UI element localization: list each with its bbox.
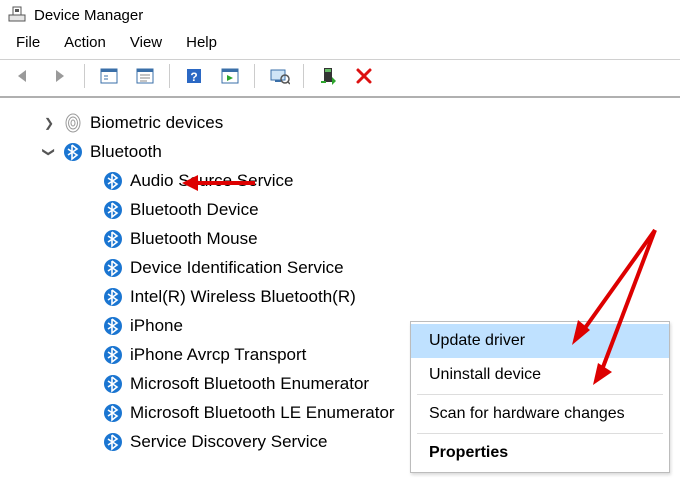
menubar: File Action View Help xyxy=(0,30,680,59)
add-device-button[interactable] xyxy=(312,62,344,90)
bluetooth-icon xyxy=(102,345,124,365)
menu-help[interactable]: Help xyxy=(186,34,217,51)
toolbar-divider xyxy=(169,64,170,88)
bluetooth-icon xyxy=(102,403,124,423)
tree-node-child[interactable]: Device Identification Service xyxy=(18,253,672,282)
tree-label: iPhone Avrcp Transport xyxy=(130,345,306,365)
delete-button[interactable] xyxy=(348,62,380,90)
bluetooth-icon xyxy=(102,200,124,220)
context-menu: Update driver Uninstall device Scan for … xyxy=(410,321,670,473)
properties-button[interactable] xyxy=(129,62,161,90)
tree-node-child[interactable]: Bluetooth Mouse xyxy=(18,224,672,253)
help-button[interactable]: ? xyxy=(178,62,210,90)
show-hide-tree-button[interactable] xyxy=(93,62,125,90)
tree-label: Biometric devices xyxy=(90,113,223,133)
svg-text:?: ? xyxy=(190,70,197,84)
tree-node-child[interactable]: Bluetooth Device xyxy=(18,195,672,224)
toolbar: ? xyxy=(0,59,680,98)
bluetooth-icon xyxy=(102,171,124,191)
tree-node-child[interactable]: Audio Source Service xyxy=(18,166,672,195)
menu-file[interactable]: File xyxy=(16,34,40,51)
bluetooth-icon xyxy=(102,258,124,278)
context-properties[interactable]: Properties xyxy=(411,436,669,470)
bluetooth-icon xyxy=(62,142,84,162)
collapse-icon[interactable]: ❯ xyxy=(42,145,56,159)
toolbar-divider xyxy=(254,64,255,88)
action-button[interactable] xyxy=(214,62,246,90)
bluetooth-icon xyxy=(102,229,124,249)
tree-label: Device Identification Service xyxy=(130,258,344,278)
toolbar-divider xyxy=(303,64,304,88)
tree-node-child[interactable]: Intel(R) Wireless Bluetooth(R) xyxy=(18,282,672,311)
tree-label: Microsoft Bluetooth LE Enumerator xyxy=(130,403,395,423)
context-update-driver[interactable]: Update driver xyxy=(411,324,669,358)
tree-node-bluetooth[interactable]: ❯ Bluetooth xyxy=(18,137,672,166)
forward-button[interactable] xyxy=(44,62,76,90)
menu-action[interactable]: Action xyxy=(64,34,106,51)
bluetooth-icon xyxy=(102,432,124,452)
context-uninstall-device[interactable]: Uninstall device xyxy=(411,358,669,392)
tree-label: Bluetooth Device xyxy=(130,200,259,220)
tree-node-biometric[interactable]: ❯ Biometric devices xyxy=(18,108,672,137)
context-separator xyxy=(417,394,663,395)
tree-label: Bluetooth xyxy=(90,142,162,162)
tree-label: Intel(R) Wireless Bluetooth(R) xyxy=(130,287,356,307)
scan-button[interactable] xyxy=(263,62,295,90)
window-title: Device Manager xyxy=(34,7,143,24)
device-manager-icon xyxy=(8,6,26,24)
context-separator xyxy=(417,433,663,434)
toolbar-divider xyxy=(84,64,85,88)
bluetooth-icon xyxy=(102,287,124,307)
bluetooth-icon xyxy=(102,374,124,394)
fingerprint-icon xyxy=(62,113,84,133)
menu-view[interactable]: View xyxy=(130,34,162,51)
titlebar: Device Manager xyxy=(0,0,680,30)
context-scan-hardware[interactable]: Scan for hardware changes xyxy=(411,397,669,431)
tree-label: iPhone xyxy=(130,316,183,336)
back-button[interactable] xyxy=(8,62,40,90)
tree-label: Microsoft Bluetooth Enumerator xyxy=(130,374,369,394)
bluetooth-icon xyxy=(102,316,124,336)
tree-label: Bluetooth Mouse xyxy=(130,229,258,249)
tree-label: Audio Source Service xyxy=(130,171,293,191)
expand-icon[interactable]: ❯ xyxy=(42,116,56,130)
tree-label: Service Discovery Service xyxy=(130,432,327,452)
